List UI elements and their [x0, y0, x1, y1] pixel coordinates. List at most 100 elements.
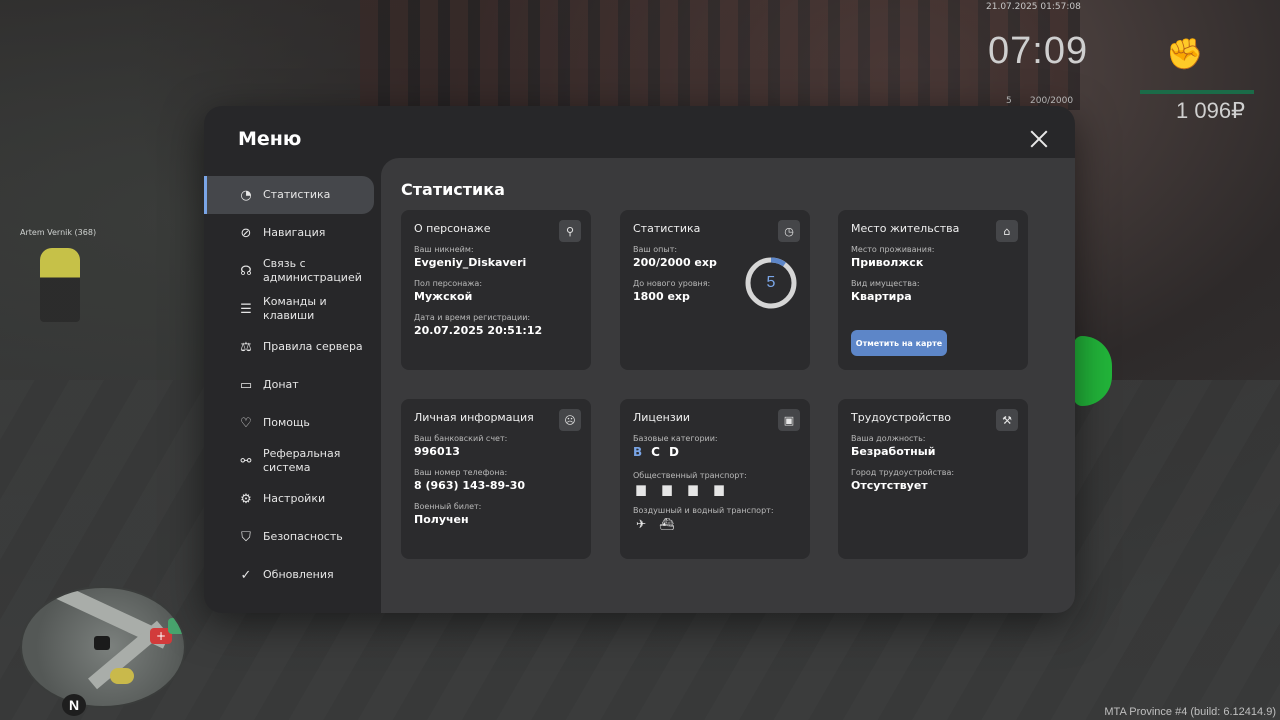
- sidebar-item-security[interactable]: ⛉ Безопасность: [204, 518, 374, 556]
- military-id-value: Получен: [414, 513, 469, 526]
- metro-icon: ▆: [714, 482, 724, 496]
- trolleybus-icon: ▆: [662, 482, 672, 496]
- air-water-transport-icons: ✈ ⛴: [633, 517, 797, 531]
- heart-hand-icon: ♡: [240, 415, 252, 431]
- sidebar-item-commands[interactable]: ☰ Команды и клавиши: [204, 290, 374, 328]
- menu-window: Меню ◔ Статистика ⊘ Навигация ☊ Связь с …: [204, 106, 1075, 613]
- sidebar-item-donate[interactable]: ▭ Донат: [204, 366, 374, 404]
- sidebar-item-label: Безопасность: [263, 530, 343, 543]
- gear-icon: ⚙: [240, 491, 252, 507]
- phone-value: 8 (963) 143-89-30: [414, 479, 526, 492]
- menu-title: Меню: [238, 128, 302, 150]
- sidebar-item-admin-contact[interactable]: ☊ Связь с администрацией: [204, 252, 374, 290]
- stats-card: Статистика ◷ Ваш опыт: 200/2000 exp До н…: [620, 210, 810, 370]
- license-category: D: [668, 445, 679, 459]
- public-transport-icons: ▆ ▆ ▆ ▆: [633, 482, 797, 496]
- card-title: Лицензии: [633, 411, 691, 424]
- sidebar-item-help[interactable]: ♡ Помощь: [204, 404, 374, 442]
- field-label: Ваш банковский счет:: [414, 434, 508, 443]
- gender-value: Мужской: [414, 290, 473, 303]
- background-pedestrian: [40, 248, 80, 322]
- field-label: Город трудоустройства:: [851, 468, 955, 477]
- sidebar-item-label: Статистика: [263, 188, 331, 201]
- property-value: Квартира: [851, 290, 912, 303]
- shop-blip-icon: [168, 618, 184, 634]
- clock-chart-icon: ◷: [778, 220, 800, 242]
- sidebar: ◔ Статистика ⊘ Навигация ☊ Связь с админ…: [204, 176, 381, 594]
- mark-on-map-button[interactable]: Отметить на карте: [851, 330, 947, 356]
- sidebar-item-settings[interactable]: ⚙ Настройки: [204, 480, 374, 518]
- sidebar-item-label: Настройки: [263, 492, 326, 505]
- boat-icon: ⛴: [659, 517, 675, 531]
- character-card: О персонаже ⚲ Ваш никнейм: Evgeniy_Diska…: [401, 210, 591, 370]
- page-title: Статистика: [401, 180, 505, 199]
- compass-icon: ⊘: [240, 225, 252, 241]
- field-label: Ваш опыт:: [633, 245, 678, 254]
- field-label: Место проживания:: [851, 245, 935, 254]
- refresh-check-icon: ✓: [240, 567, 252, 583]
- personal-info-card: Личная информация ☹ Ваш банковский счет:…: [401, 399, 591, 559]
- person-icon: ⚲: [559, 220, 581, 242]
- card-title: Место жительства: [851, 222, 960, 235]
- player-blip-icon: [94, 636, 110, 650]
- hud-exp: 200/2000: [1030, 96, 1074, 106]
- hud-level: 5: [1006, 96, 1012, 106]
- license-category: C: [651, 445, 660, 459]
- level-number: 5: [766, 274, 776, 291]
- taxi-blip-icon: [110, 668, 134, 684]
- field-label: Базовые категории:: [633, 434, 718, 443]
- shield-icon: ⛉: [241, 529, 251, 545]
- sidebar-item-statistics[interactable]: ◔ Статистика: [204, 176, 374, 214]
- fist-icon: ✊: [1166, 37, 1204, 72]
- card-title: О персонаже: [414, 222, 491, 235]
- employment-city-value: Отсутствует: [851, 479, 928, 492]
- bank-account-value: 996013: [414, 445, 460, 458]
- minimap: +: [20, 586, 186, 708]
- hud-clock: 07:09: [988, 30, 1089, 72]
- sidebar-item-label: Правила сервера: [263, 340, 363, 353]
- sidebar-item-label: Связь с администрацией: [263, 257, 362, 284]
- field-label: Дата и время регистрации:: [414, 313, 531, 322]
- field-label: Пол персонажа:: [414, 279, 483, 288]
- sidebar-item-label: Навигация: [263, 226, 326, 239]
- field-label: Вид имущества:: [851, 279, 920, 288]
- pie-icon: ◔: [240, 187, 252, 203]
- sidebar-item-label: Реферальная система: [263, 447, 341, 474]
- close-button[interactable]: [1030, 130, 1048, 148]
- background-building: [360, 0, 1080, 110]
- card-title: Трудоустройство: [851, 411, 952, 424]
- player-nametag: Artem Vernik (368): [20, 228, 97, 237]
- nickname-value: Evgeniy_Diskaveri: [414, 256, 527, 269]
- hud-date: 21.07.2025 01:57:08: [986, 2, 1081, 12]
- sidebar-item-rules[interactable]: ⚖ Правила сервера: [204, 328, 374, 366]
- network-icon: ⚯: [240, 453, 252, 469]
- north-indicator-icon: N: [62, 694, 86, 716]
- position-value: Безработный: [851, 445, 936, 458]
- headset-icon: ☊: [240, 263, 252, 279]
- home-icon: ⌂: [996, 220, 1018, 242]
- bus-icon: ▆: [636, 482, 646, 496]
- sidebar-item-referral[interactable]: ⚯ Реферальная система: [204, 442, 374, 480]
- residence-card: Место жительства ⌂ Место проживания: При…: [838, 210, 1028, 370]
- tram-icon: ▆: [688, 482, 698, 496]
- field-label: Воздушный и водный транспорт:: [633, 506, 774, 515]
- license-category: B: [633, 445, 643, 459]
- employment-card: Трудоустройство ⚒ Ваша должность: Безраб…: [838, 399, 1028, 559]
- wallet-icon: ▭: [239, 377, 253, 393]
- field-label: Ваш никнейм:: [414, 245, 474, 254]
- registration-value: 20.07.2025 20:51:12: [414, 324, 543, 337]
- document-icon: ☰: [240, 301, 252, 317]
- scales-icon: ⚖: [240, 339, 252, 355]
- build-info: MTA Province #4 (build: 6.12414.9): [1104, 706, 1276, 718]
- sidebar-item-updates[interactable]: ✓ Обновления: [204, 556, 374, 594]
- face-icon: ☹: [559, 409, 581, 431]
- hammer-icon: ⚒: [996, 409, 1018, 431]
- card-title: Статистика: [633, 222, 701, 235]
- hud-money: 1 096₽: [1176, 98, 1246, 123]
- sidebar-item-label: Помощь: [263, 416, 310, 429]
- sidebar-item-label: Обновления: [263, 568, 334, 581]
- licenses-card: Лицензии ▣ Базовые категории: B C D Обще…: [620, 399, 810, 559]
- sidebar-item-navigation[interactable]: ⊘ Навигация: [204, 214, 374, 252]
- hud-health-bar: [1140, 90, 1254, 94]
- content-panel: Статистика О персонаже ⚲ Ваш никнейм: Ev…: [381, 158, 1075, 613]
